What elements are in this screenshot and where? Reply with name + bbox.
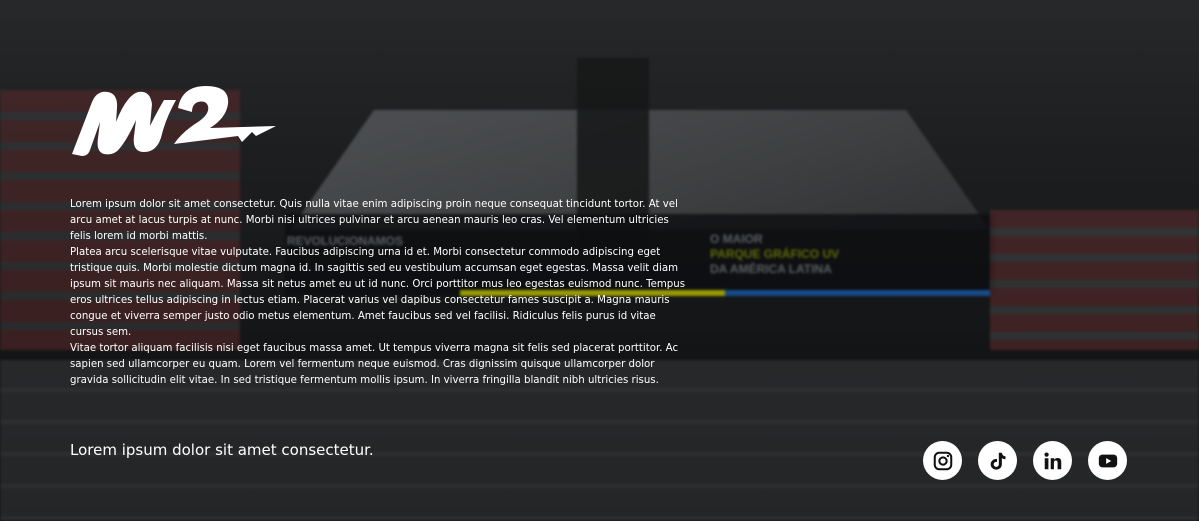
linkedin-button[interactable] <box>1033 441 1072 480</box>
billboard-line-3: DA AMÉRICA LATINA <box>710 262 832 276</box>
paragraph: Vitae tortor aliquam facilisis nisi eget… <box>70 343 679 386</box>
youtube-icon <box>1098 454 1117 467</box>
body-text: Lorem ipsum dolor sit amet consectetur. … <box>70 197 690 389</box>
linkedin-icon <box>1043 451 1061 469</box>
social-links <box>923 441 1127 480</box>
background-building-right <box>990 210 1199 350</box>
hero-section: REVOLUCIONAMOS O MAIOR PARQUE GRÁFICO UV… <box>0 0 1199 521</box>
m2-logo[interactable] <box>70 82 278 158</box>
youtube-button[interactable] <box>1088 441 1127 480</box>
paragraph: Lorem ipsum dolor sit amet consectetur. … <box>70 199 678 242</box>
tiktok-icon <box>990 452 1006 470</box>
instagram-button[interactable] <box>923 441 962 480</box>
billboard-line-1: O MAIOR <box>710 232 763 246</box>
tiktok-button[interactable] <box>978 441 1017 480</box>
paragraph: Platea arcu scelerisque vitae vulputate.… <box>70 247 686 338</box>
tagline: Lorem ipsum dolor sit amet consectetur. <box>70 441 374 459</box>
instagram-icon <box>933 451 952 470</box>
billboard-line-2: PARQUE GRÁFICO UV <box>710 247 840 261</box>
billboard-text-right: O MAIOR PARQUE GRÁFICO UV DA AMÉRICA LAT… <box>710 232 839 277</box>
